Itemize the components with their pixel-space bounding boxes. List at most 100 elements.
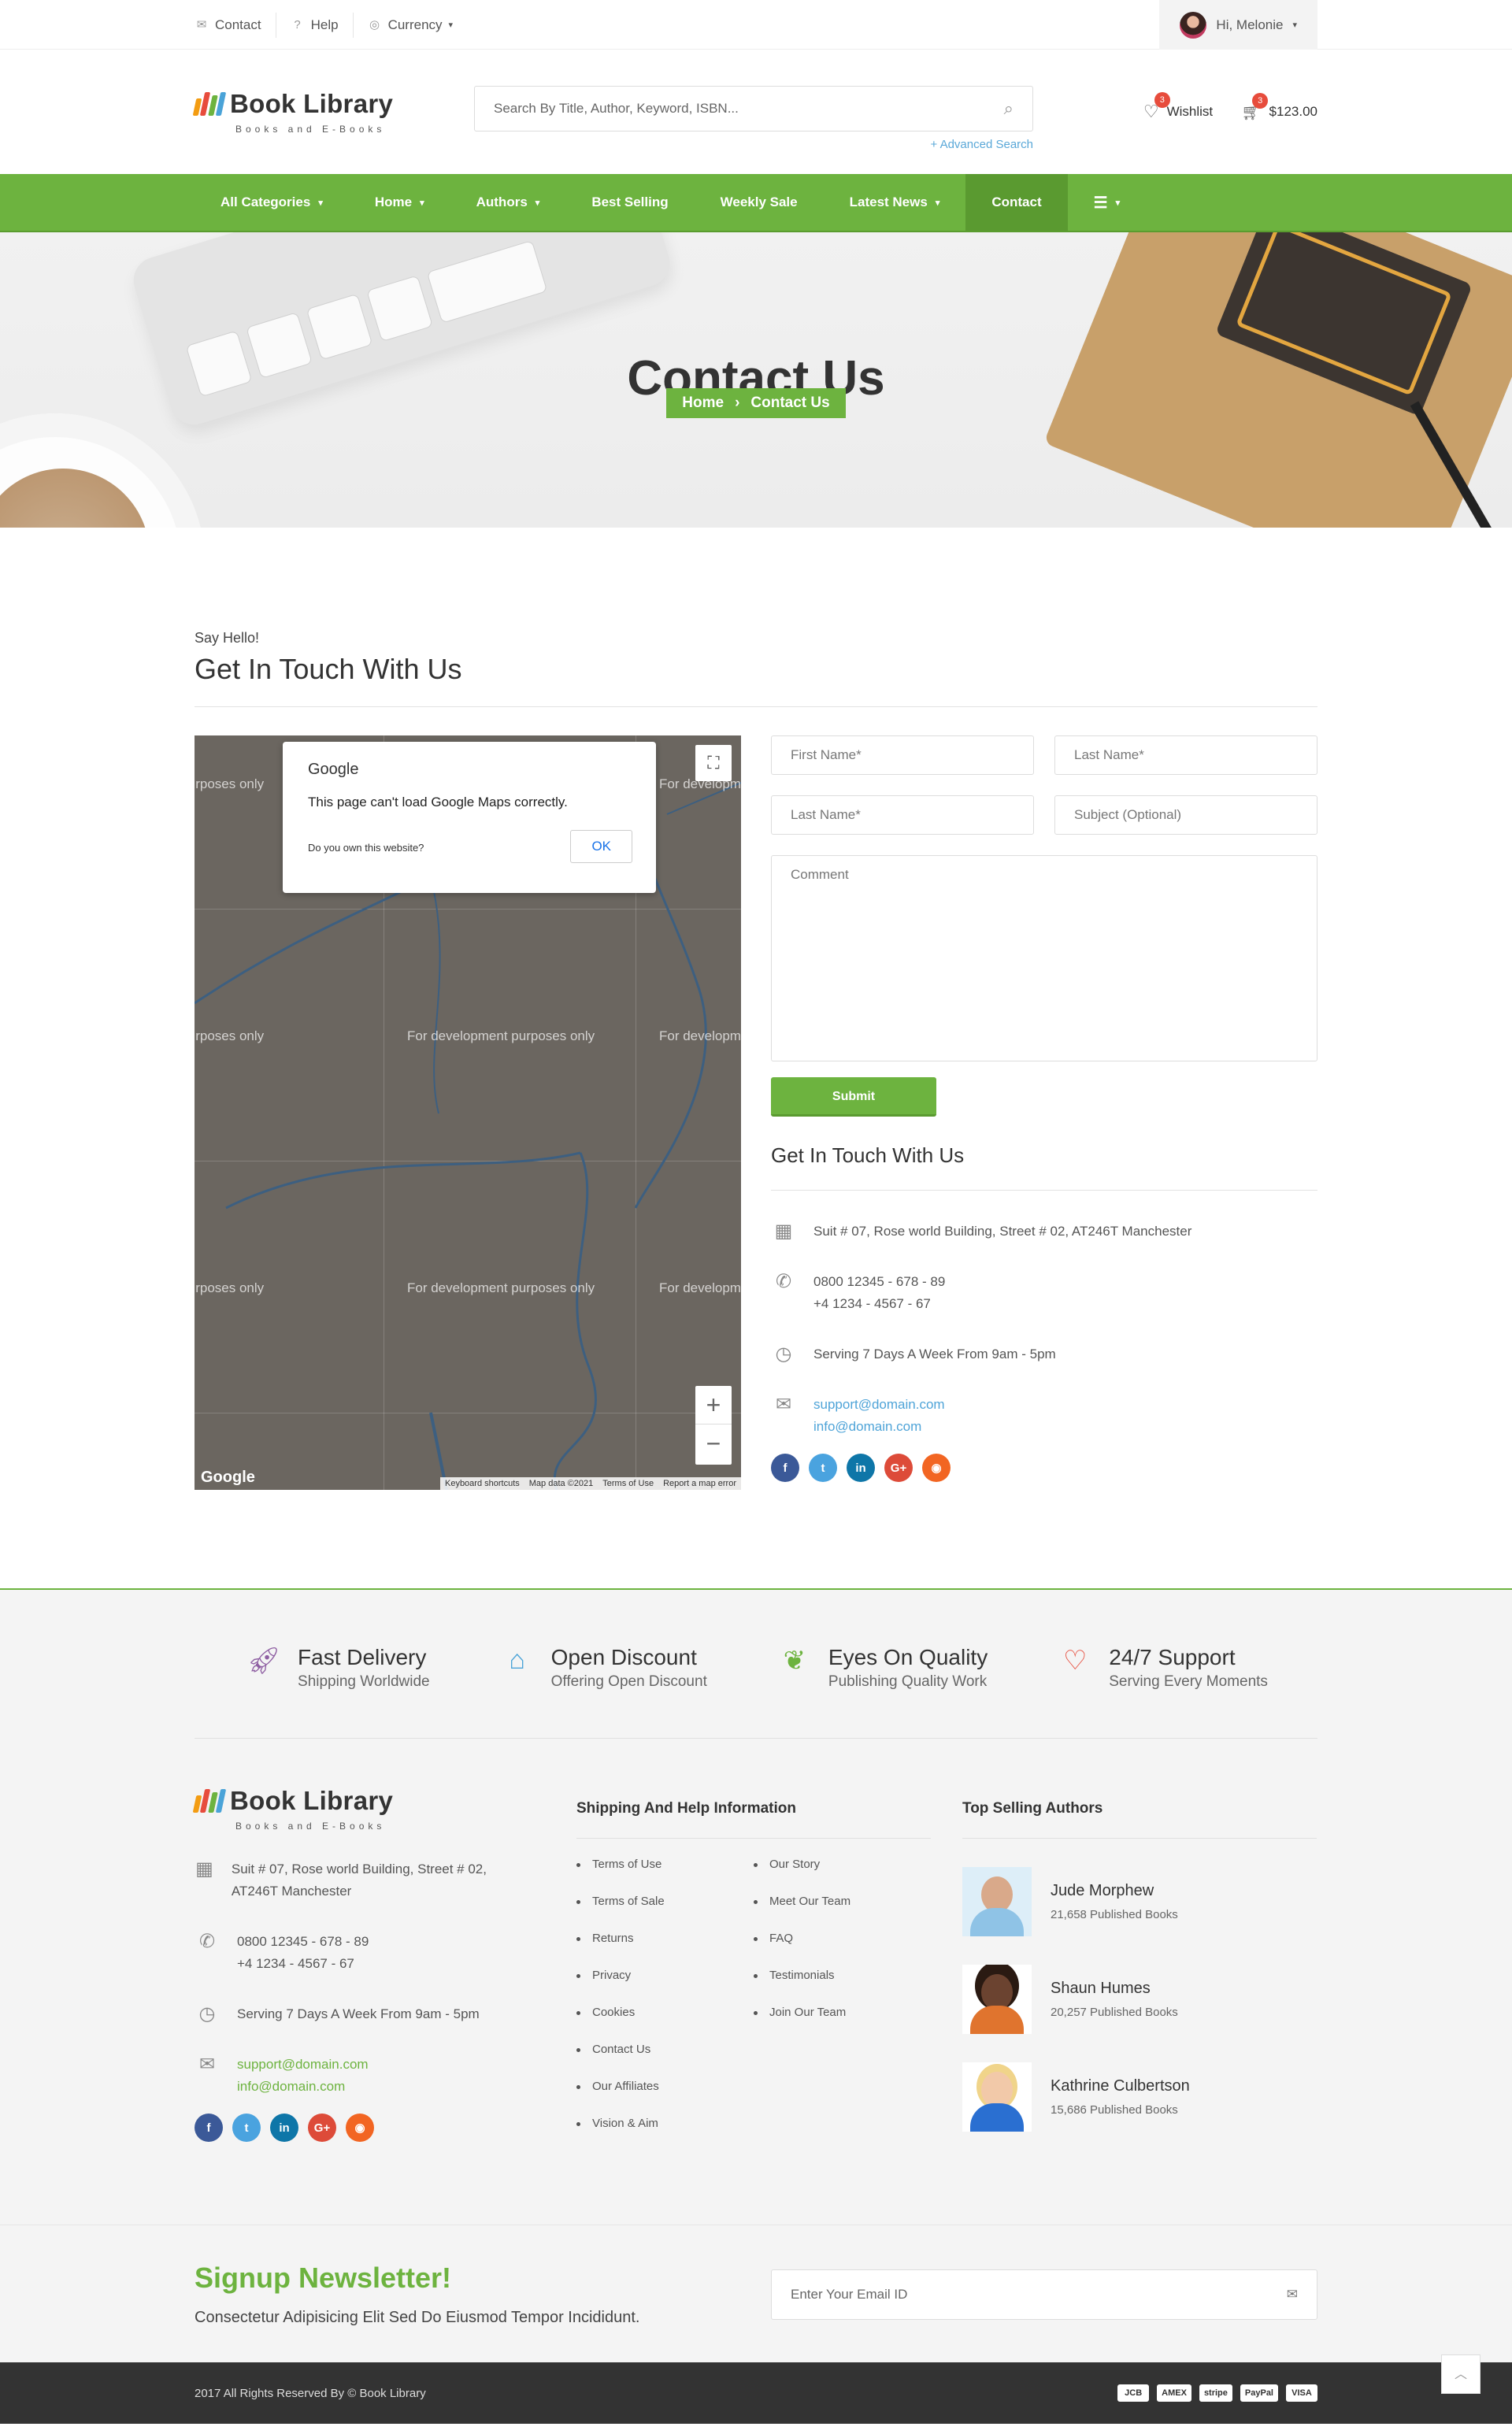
feature-fast-delivery: 🚀︎ Fast Delivery Shipping Worldwide — [244, 1645, 429, 1691]
footer-link[interactable]: Vision & Aim — [576, 2117, 754, 2130]
footer-logo[interactable]: Book Library Books and E-Books — [192, 1786, 474, 1832]
facebook-icon[interactable]: f — [195, 2114, 223, 2142]
footer-link[interactable]: Testimonials — [754, 1969, 931, 1982]
rss-icon[interactable]: ◉ — [346, 2114, 374, 2142]
chevron-down-icon: ▾ — [1115, 198, 1121, 208]
nav-weekly-sale[interactable]: Weekly Sale — [695, 174, 824, 231]
advanced-search-link[interactable]: + Advanced Search — [930, 138, 1033, 151]
last-name-field-2[interactable]: Last Name* — [771, 795, 1034, 835]
envelope-icon: ✉ — [196, 17, 207, 31]
map-ok-button[interactable]: OK — [570, 830, 632, 863]
building-icon: ▦ — [774, 1221, 793, 1242]
cart-button[interactable]: 🛒︎ 3 $123.00 — [1241, 92, 1317, 122]
info-email: ✉ support@domain.com info@domain.com — [771, 1394, 1317, 1438]
footer-link[interactable]: Meet Our Team — [754, 1895, 931, 1908]
google-plus-icon[interactable]: G+ — [308, 2114, 336, 2142]
support-email-link[interactable]: support@domain.com — [813, 1394, 945, 1416]
copyright-text: 2017 All Rights Reserved By © Book Libra… — [195, 2386, 426, 2400]
send-icon[interactable]: ✉ — [1287, 2287, 1298, 2302]
breadcrumb-home[interactable]: Home — [682, 395, 724, 412]
footer-link[interactable]: Privacy — [576, 1969, 754, 1982]
map-report-link[interactable]: Report a map error — [663, 1479, 736, 1488]
nav-best-selling[interactable]: Best Selling — [565, 174, 694, 231]
back-to-top-button[interactable]: ︿ — [1441, 2354, 1480, 2394]
contact-section: Say Hello! Get In Touch With Us For deve… — [0, 528, 1512, 1588]
newsletter-email-input[interactable]: Enter Your Email ID ✉ — [771, 2269, 1317, 2320]
author-photo — [962, 2062, 1032, 2132]
comment-textarea[interactable]: Comment — [771, 855, 1317, 1061]
map-dev-watermark: For development purposes only — [195, 1028, 265, 1043]
footer-link[interactable]: Cookies — [576, 2006, 754, 2019]
fullscreen-button[interactable]: ⛶ — [695, 745, 732, 781]
footer-phone: ✆ 0800 12345 - 678 - 89 +4 1234 - 4567 - … — [195, 1931, 576, 1975]
footer-link[interactable]: Our Story — [754, 1858, 931, 1871]
footer-link[interactable]: FAQ — [754, 1932, 931, 1945]
footer-link[interactable]: Returns — [576, 1932, 754, 1945]
hamburger-icon: ☰ — [1093, 194, 1108, 212]
footer-email: ✉ support@domain.com info@domain.com — [195, 2054, 576, 2098]
twitter-icon[interactable]: t — [809, 1454, 837, 1482]
logo[interactable]: Book Library Books and E-Books — [192, 89, 474, 135]
linkedin-icon[interactable]: in — [847, 1454, 875, 1482]
footer-support-email[interactable]: support@domain.com — [237, 2054, 369, 2076]
clock-icon: ◷ — [775, 1343, 792, 1365]
rss-icon[interactable]: ◉ — [922, 1454, 951, 1482]
currency-dropdown[interactable]: ◎ Currency ▾ — [354, 13, 468, 38]
shipping-heading: Shipping And Help Information — [576, 1800, 931, 1839]
map-dev-watermark: For development purposes only — [407, 1280, 595, 1295]
google-plus-icon[interactable]: G+ — [884, 1454, 913, 1482]
info-email-link[interactable]: info@domain.com — [813, 1416, 945, 1438]
newsletter-section: Signup Newsletter! Consectetur Adipisici… — [0, 2225, 1512, 2362]
nav-contact[interactable]: Contact — [965, 174, 1068, 231]
author-card[interactable]: Kathrine Culbertson 15,686 Published Book… — [962, 2062, 1317, 2132]
user-menu[interactable]: Hi, Melonie ▾ — [1159, 0, 1317, 50]
subject-field[interactable]: Subject (Optional) — [1054, 795, 1317, 835]
payment-methods: JCB AMEX stripe PayPal VISA — [1117, 2384, 1317, 2402]
wishlist-button[interactable]: ♡ 3 Wishlist — [1143, 92, 1213, 122]
chevron-down-icon: ▾ — [420, 198, 424, 208]
map-dev-watermark: For development purposes only — [195, 776, 265, 791]
footer-info-email[interactable]: info@domain.com — [237, 2076, 369, 2098]
facebook-icon[interactable]: f — [771, 1454, 799, 1482]
logo-mark-icon — [192, 92, 227, 116]
info-hours: ◷ Serving 7 Days A Week From 9am - 5pm — [771, 1343, 1317, 1365]
features-row: 🚀︎ Fast Delivery Shipping Worldwide ⌂ Ope… — [195, 1590, 1317, 1739]
map-terms-link[interactable]: Terms of Use — [602, 1479, 654, 1488]
footer-link[interactable]: Join Our Team — [754, 2006, 931, 2019]
leaf-icon: ❦ — [783, 1646, 806, 1676]
last-name-field[interactable]: Last Name* — [1054, 735, 1317, 775]
zoom-in-button[interactable]: + — [695, 1386, 732, 1424]
site-header: Book Library Books and E-Books Search By… — [0, 50, 1512, 174]
nav-latest-news[interactable]: Latest News ▾ — [824, 174, 966, 231]
zoom-out-button[interactable]: − — [695, 1424, 732, 1462]
map-data-credit: Map data ©2021 — [528, 1479, 594, 1488]
footer-link[interactable]: Contact Us — [576, 2043, 754, 2056]
linkedin-icon[interactable]: in — [270, 2114, 298, 2142]
author-card[interactable]: Shaun Humes 20,257 Published Books — [962, 1965, 1317, 2034]
search-input[interactable]: Search By Title, Author, Keyword, ISBN..… — [474, 86, 1033, 132]
nav-home[interactable]: Home ▾ — [349, 174, 450, 231]
breadcrumb-current: Contact Us — [750, 395, 830, 411]
footer-link[interactable]: Terms of Sale — [576, 1895, 754, 1908]
section-kicker: Say Hello! — [195, 630, 260, 646]
map-dev-watermark: For development purposes only — [195, 1280, 265, 1295]
first-name-field[interactable]: First Name* — [771, 735, 1034, 775]
nav-all-categories[interactable]: All Categories ▾ — [195, 174, 349, 231]
top-help-link[interactable]: ? Help — [276, 12, 354, 38]
google-map[interactable]: For development purposes only For develo… — [195, 735, 741, 1490]
submit-button[interactable]: Submit — [771, 1077, 936, 1117]
bottom-bar: 2017 All Rights Reserved By © Book Libra… — [0, 2362, 1512, 2424]
author-card[interactable]: Jude Morphew 21,658 Published Books — [962, 1867, 1317, 1936]
footer-link[interactable]: Our Affiliates — [576, 2080, 754, 2093]
nav-authors[interactable]: Authors ▾ — [450, 174, 566, 231]
nav-more-menu[interactable]: ☰ ▾ — [1068, 174, 1146, 231]
top-contact-link[interactable]: ✉ Contact — [195, 12, 276, 38]
twitter-icon[interactable]: t — [232, 2114, 261, 2142]
footer-link[interactable]: Terms of Use — [576, 1858, 754, 1871]
map-keyboard-shortcuts[interactable]: Keyboard shortcuts — [445, 1479, 520, 1488]
search-icon[interactable]: ⌕ — [1004, 98, 1014, 119]
top-bar: ✉ Contact ? Help ◎ Currency ▾ Hi, Meloni… — [0, 0, 1512, 50]
google-logo: Google — [308, 761, 359, 778]
chevron-down-icon: ▾ — [935, 198, 940, 208]
footer-links-right: Our Story Meet Our Team FAQ Testimonials… — [754, 1858, 931, 2154]
